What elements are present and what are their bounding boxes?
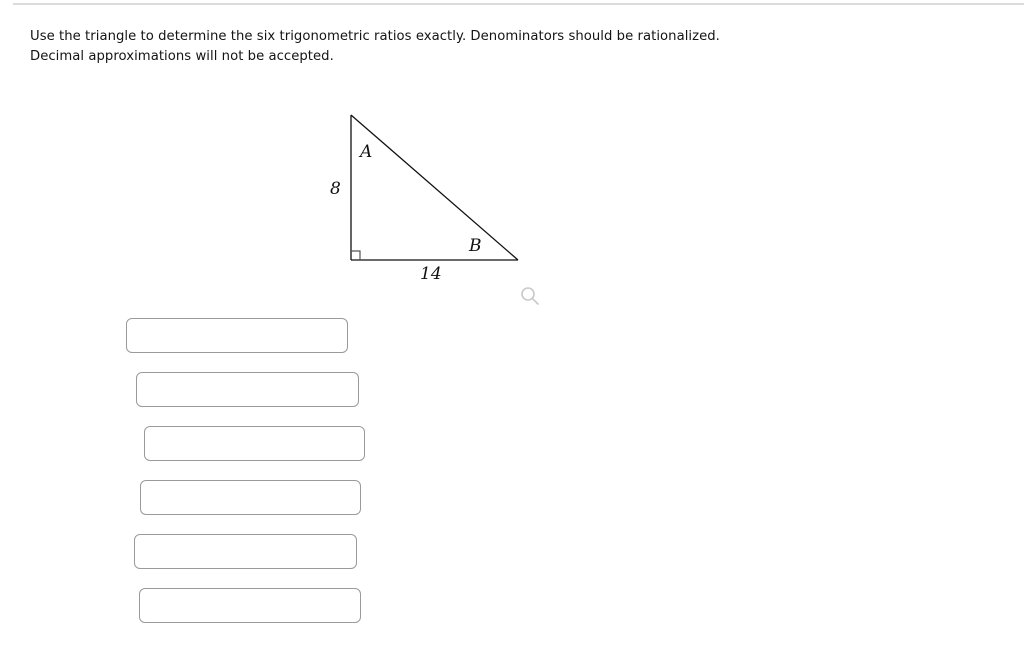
magnifier-icon[interactable] <box>519 285 541 307</box>
answer-row: (v) secA= <box>0 534 420 571</box>
triangle-figure: A 8 B 14 <box>300 100 570 315</box>
answer-input-csc-a[interactable] <box>140 480 361 515</box>
answers-list: (i) sinB= (ii) cosA= (iii) tanB= (iv) cs… <box>0 318 420 642</box>
instructions-line-1: Use the triangle to determine the six tr… <box>30 29 720 44</box>
triangle-hypotenuse <box>350 114 519 261</box>
answer-row: (iv) cscA= <box>0 480 420 517</box>
triangle-label-B: B <box>469 236 482 256</box>
answer-input-cos-a[interactable] <box>136 372 359 407</box>
right-angle-marker <box>351 250 361 260</box>
triangle-label-horizontal-leg: 14 <box>420 264 442 284</box>
instructions-line-2: Decimal approximations will not be accep… <box>30 48 334 64</box>
answer-input-sin-b[interactable] <box>126 318 348 353</box>
answer-row: (vi) cotA= <box>0 588 420 625</box>
top-divider <box>13 3 1024 5</box>
magnifier-icon-glyph <box>521 287 539 305</box>
answer-input-sec-a[interactable] <box>134 534 357 569</box>
answer-row: (i) sinB= <box>0 318 420 355</box>
answer-row: (iii) tanB= <box>0 426 420 463</box>
instructions-text: Use the triangle to determine the six tr… <box>30 27 830 66</box>
answer-input-tan-b[interactable] <box>144 426 365 461</box>
answer-row: (ii) cosA= <box>0 372 420 409</box>
triangle-label-A: A <box>360 142 373 162</box>
answer-input-cot-a[interactable] <box>139 588 361 623</box>
triangle-label-vertical-leg: 8 <box>330 179 341 199</box>
